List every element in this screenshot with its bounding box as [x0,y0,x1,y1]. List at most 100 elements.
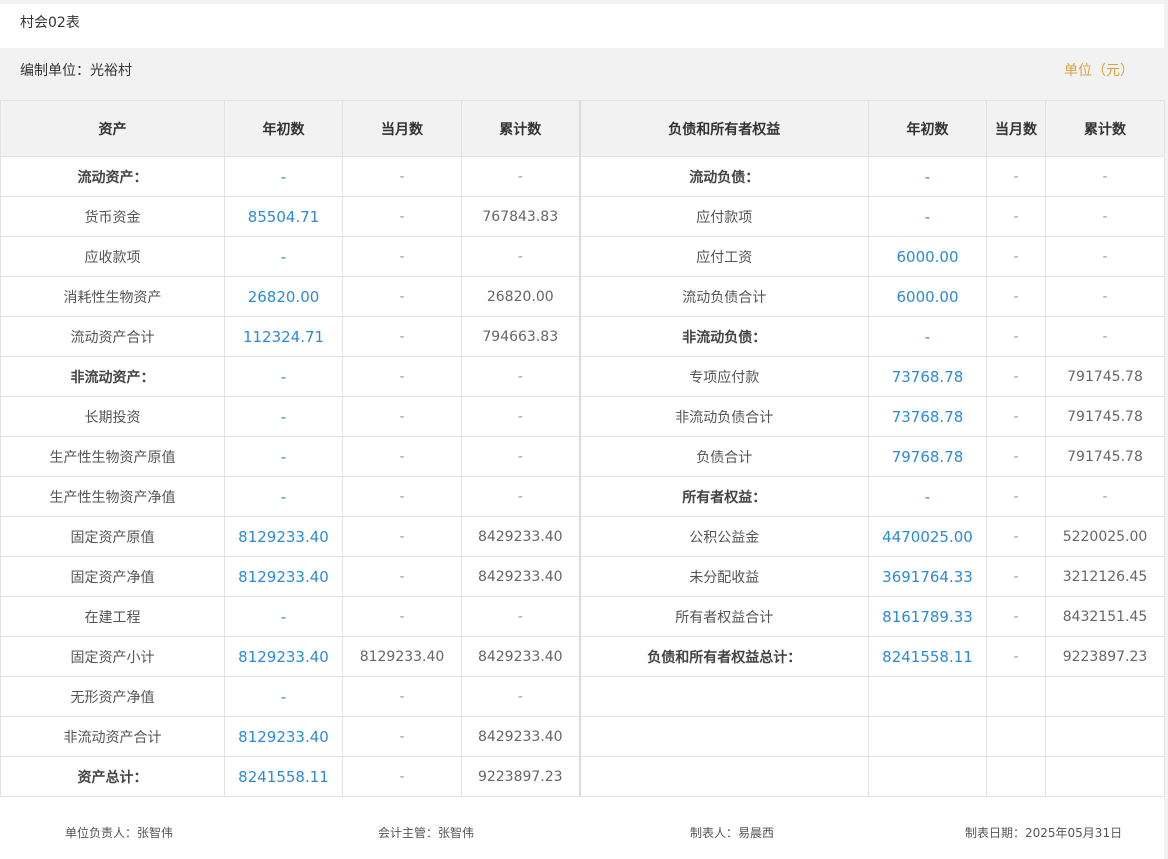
asset-cumulative-cell: 8429233.40 [461,556,581,597]
report-date-label: 制表日期：2025年05月31日 [965,826,1123,840]
asset-name-cell: 消耗性生物资产 [0,276,225,317]
liability-name-cell: 专项应付款 [579,356,869,397]
liability-month-cell [986,676,1046,717]
table-header-row: 资产 年初数 当月数 累计数 负债和所有者权益 年初数 当月数 累计数 [0,100,1165,157]
liability-cumulative-cell [1045,716,1165,757]
col-header-month-right: 当月数 [986,100,1046,157]
asset-month-cell: - [342,556,462,597]
liability-opening-cell: 79768.78 [868,436,987,477]
asset-name-cell: 货币资金 [0,196,225,237]
liability-opening-cell: 8241558.11 [868,636,987,677]
currency-unit-label: 单位（元） [1064,63,1134,79]
asset-name-cell: 应收款项 [0,236,225,277]
asset-month-cell: - [342,236,462,277]
liability-cumulative-cell: - [1045,276,1165,317]
liability-name-cell: 所有者权益合计 [579,596,869,637]
table-row: 流动资产： - - - 流动负债： - - - [0,156,1165,197]
report-page: 村会02表 编制单位：光裕村 单位（元） 资产 年初数 当月数 累计数 负债和所… [0,0,1168,859]
liability-name-cell: 应付款项 [579,196,869,237]
col-header-assets: 资产 [0,100,225,157]
asset-cumulative-cell: 8429233.40 [461,716,581,757]
col-header-opening: 年初数 [224,100,343,157]
table-row: 资产总计： 8241558.11-9223897.23 [0,756,1165,797]
liability-name-cell: 非流动负债合计 [579,396,869,437]
liability-cumulative-cell: 791745.78 [1045,436,1165,477]
asset-month-cell: - [342,476,462,517]
asset-name-cell: 固定资产原值 [0,516,225,557]
asset-month-cell: - [342,516,462,557]
liability-opening-cell: - [868,156,987,197]
liability-cumulative-cell: 9223897.23 [1045,636,1165,677]
asset-name-cell: 资产总计： [0,756,225,797]
liability-month-cell: - [986,156,1046,197]
asset-cumulative-cell: 8429233.40 [461,636,581,677]
liability-name-cell: 负债合计 [579,436,869,477]
liability-month-cell: - [986,476,1046,517]
asset-name-cell: 生产性生物资产净值 [0,476,225,517]
table-row: 固定资产原值 8129233.40-8429233.40 公积公益金 4470025.… [0,516,1165,557]
liability-opening-cell: - [868,196,987,237]
table-row: 消耗性生物资产 26820.00-26820.00 流动负债合计 6000.00- - [0,276,1165,317]
liability-opening-cell [868,676,987,717]
col-header-month: 当月数 [342,100,462,157]
asset-opening-cell: 85504.71 [224,196,343,237]
asset-name-cell: 生产性生物资产原值 [0,436,225,477]
liability-month-cell [986,756,1046,797]
liability-name-cell [579,676,869,717]
asset-month-cell: - [342,716,462,757]
preparer-label: 制表人：易晨西 [690,826,775,840]
accountant-label: 会计主管：张智伟 [378,826,475,840]
asset-opening-cell: 112324.71 [224,316,343,357]
table-row: 固定资产小计 8129233.40 8129233.40 8429233.40 负债和所… [0,636,1165,677]
liability-month-cell: - [986,316,1046,357]
table-row: 无形资产净值 - - - [0,676,1165,717]
liability-month-cell: - [986,636,1046,677]
liability-cumulative-cell: 791745.78 [1045,356,1165,397]
liability-cumulative-cell: - [1045,156,1165,197]
liability-month-cell: - [986,556,1046,597]
col-header-cumulative: 累计数 [461,100,581,157]
asset-month-cell: - [342,196,462,237]
liability-name-cell: 公积公益金 [579,516,869,557]
asset-cumulative-cell: 794663.83 [461,316,581,357]
asset-opening-cell: 26820.00 [224,276,343,317]
asset-month-cell: - [342,156,462,197]
liability-month-cell: - [986,196,1046,237]
asset-month-cell: 8129233.40 [342,636,462,677]
asset-cumulative-cell: - [461,476,581,517]
liability-opening-cell: 73768.78 [868,396,987,437]
organization-label: 编制单位：光裕村 [20,63,132,79]
unit-head-label: 单位负责人：张智伟 [65,826,174,840]
asset-cumulative-cell: - [461,436,581,477]
table-row: 生产性生物资产原值 - - - 负债合计 79768.78-791745.78 [0,436,1165,477]
asset-month-cell: - [342,356,462,397]
col-header-opening-right: 年初数 [868,100,987,157]
col-header-liabilities-equity: 负债和所有者权益 [579,100,869,157]
balance-sheet-table: 资产 年初数 当月数 累计数 负债和所有者权益 年初数 当月数 累计数 流动资产… [0,100,1165,797]
asset-opening-cell: - [224,396,343,437]
table-row: 非流动资产： - - - 专项应付款 73768.78-791745.78 [0,356,1165,397]
table-row: 生产性生物资产净值 - - - 所有者权益： - - - [0,476,1165,517]
liability-cumulative-cell: - [1045,196,1165,237]
signature-footer: 单位负责人：张智伟 会计主管：张智伟 制表人：易晨西 制表日期：2025年05月… [0,797,1164,859]
liability-opening-cell: - [868,476,987,517]
title-bar: 村会02表 [0,4,1164,48]
asset-name-cell: 固定资产净值 [0,556,225,597]
liability-name-cell: 非流动负债： [579,316,869,357]
asset-cumulative-cell: - [461,596,581,637]
asset-month-cell: - [342,436,462,477]
asset-month-cell: - [342,596,462,637]
asset-name-cell: 无形资产净值 [0,676,225,717]
table-row: 应收款项 - - - 应付工资 6000.00- - [0,236,1165,277]
liability-opening-cell: 6000.00 [868,236,987,277]
table-row: 非流动资产合计 8129233.40-8429233.40 [0,716,1165,757]
asset-cumulative-cell: - [461,396,581,437]
asset-cumulative-cell: - [461,676,581,717]
col-header-cumulative-right: 累计数 [1045,100,1165,157]
asset-name-cell: 流动资产： [0,156,225,197]
liability-name-cell [579,716,869,757]
liability-name-cell: 流动负债： [579,156,869,197]
asset-month-cell: - [342,276,462,317]
asset-cumulative-cell: 26820.00 [461,276,581,317]
liability-cumulative-cell [1045,676,1165,717]
